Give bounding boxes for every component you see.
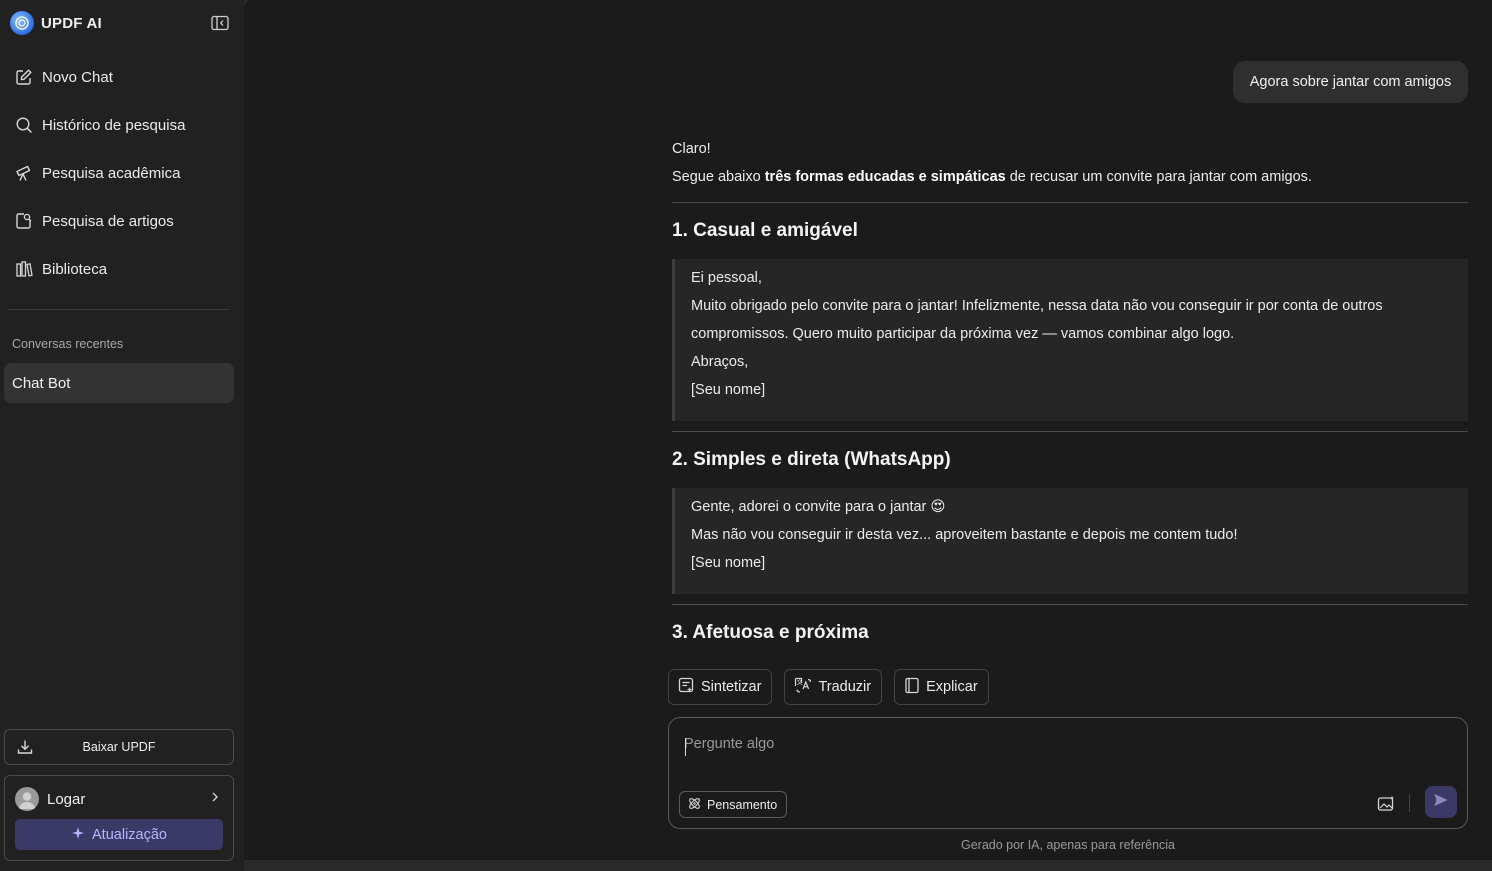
quote-line: Muito obrigado pelo convite para o janta… <box>691 298 1383 314</box>
section-heading: 1. Casual e amigável <box>672 220 858 241</box>
quote-block: Ei pessoal, Muito obrigado pelo convite … <box>672 259 1468 421</box>
sidebar-item-label: Biblioteca <box>42 260 108 278</box>
quote-line: Ei pessoal, <box>691 270 762 286</box>
quote-line: Abraços, <box>691 354 749 370</box>
login-panel: Logar Atualização <box>4 775 234 861</box>
sidebar-item-label: Histórico de pesquisa <box>42 116 186 134</box>
doc-search-icon <box>14 211 34 231</box>
section-heading: 3. Afetuosa e próxima <box>672 622 869 643</box>
sparkle-icon <box>71 826 85 844</box>
quote-line: Gente, adorei o convite para o jantar 😍 <box>691 499 946 515</box>
text-caret <box>685 738 686 756</box>
user-message-bubble: Agora sobre jantar com amigos <box>1233 61 1468 103</box>
translate-icon: 文 <box>794 677 812 698</box>
brand[interactable]: UPDF AI <box>10 11 102 35</box>
brand-name: UPDF AI <box>41 14 102 32</box>
answer-intro-line: Claro! <box>672 141 711 157</box>
explain-button[interactable]: Explicar <box>894 669 989 705</box>
sidebar-nav: Novo Chat Histórico de pesquisa Pesquisa… <box>4 53 234 293</box>
explain-label: Explicar <box>926 679 978 695</box>
sidebar-item-pesquisa-artigos[interactable]: Pesquisa de artigos <box>4 197 234 245</box>
summarize-label: Sintetizar <box>701 679 762 695</box>
chevron-right-icon <box>209 790 221 808</box>
intro-text-end: de recusar um convite para jantar com am… <box>1005 169 1312 185</box>
answer-divider <box>672 202 1468 203</box>
svg-text:文: 文 <box>797 678 803 686</box>
image-upload-icon[interactable] <box>1375 792 1397 814</box>
send-button[interactable] <box>1425 786 1457 818</box>
summarize-icon <box>678 677 695 698</box>
answer-divider <box>672 604 1468 605</box>
sidebar-item-label: Novo Chat <box>42 68 113 86</box>
send-icon <box>1433 792 1449 813</box>
quote-line: Mas não vou conseguir ir desta vez... ap… <box>691 527 1238 543</box>
sidebar-item-label: Pesquisa acadêmica <box>42 164 181 182</box>
sidebar-item-pesquisa-academica[interactable]: Pesquisa acadêmica <box>4 149 234 197</box>
summarize-button[interactable]: Sintetizar <box>668 669 773 705</box>
chat-composer: Pensamento <box>668 717 1468 829</box>
chat-area: Agora sobre jantar com amigos Claro! Seg… <box>244 0 1492 860</box>
telescope-icon <box>14 163 34 183</box>
translate-button[interactable]: 文 Traduzir <box>784 669 883 705</box>
download-label: Baixar UPDF <box>82 740 156 754</box>
thinking-label: Pensamento <box>707 797 778 812</box>
section-heading: 2. Simples e direta (WhatsApp) <box>672 449 951 470</box>
recent-conversation-item[interactable]: Chat Bot <box>4 363 234 403</box>
download-updf-button[interactable]: Baixar UPDF <box>4 729 234 765</box>
quote-line: compromissos. Quero muito participar da … <box>691 326 1235 342</box>
search-icon <box>14 115 34 135</box>
book-icon <box>904 677 920 698</box>
avatar <box>15 787 39 811</box>
quote-block: Gente, adorei o convite para o jantar 😍 … <box>672 488 1468 594</box>
updf-logo-icon <box>10 11 34 35</box>
upgrade-label: Atualização <box>92 826 167 843</box>
quote-line: [Seu nome] <box>691 555 766 571</box>
quote-line: [Seu nome] <box>691 382 766 398</box>
sidebar: UPDF AI Novo Chat Histórico de pesquisa … <box>0 0 244 871</box>
ai-disclaimer: Gerado por IA, apenas para referência <box>960 838 1176 852</box>
quick-actions: Sintetizar 文 Traduzir Explicar <box>668 669 989 705</box>
sidebar-item-label: Pesquisa de artigos <box>42 212 174 230</box>
composer-separator <box>1409 794 1410 812</box>
download-icon <box>17 739 33 758</box>
answer-divider <box>672 431 1468 432</box>
edit-icon <box>14 67 34 87</box>
chat-input[interactable] <box>684 736 1444 776</box>
sidebar-divider <box>8 309 230 310</box>
login-button[interactable]: Logar <box>15 786 221 812</box>
sidebar-item-historico[interactable]: Histórico de pesquisa <box>4 101 234 149</box>
recent-conversations-title: Conversas recentes <box>12 337 124 351</box>
collapse-sidebar-icon[interactable] <box>210 14 230 32</box>
sidebar-item-biblioteca[interactable]: Biblioteca <box>4 245 234 293</box>
intro-text: Segue abaixo <box>672 169 765 185</box>
intro-bold-text: três formas educadas e simpáticas <box>764 169 1006 185</box>
translate-label: Traduzir <box>818 679 872 695</box>
sidebar-item-novo-chat[interactable]: Novo Chat <box>4 53 234 101</box>
login-label: Logar <box>47 790 86 808</box>
library-icon <box>14 259 34 279</box>
atom-icon <box>687 796 702 814</box>
thinking-toggle-button[interactable]: Pensamento <box>679 791 788 818</box>
upgrade-button[interactable]: Atualização <box>15 819 223 850</box>
answer-intro-paragraph: Segue abaixo três formas educadas e simp… <box>672 169 1312 185</box>
